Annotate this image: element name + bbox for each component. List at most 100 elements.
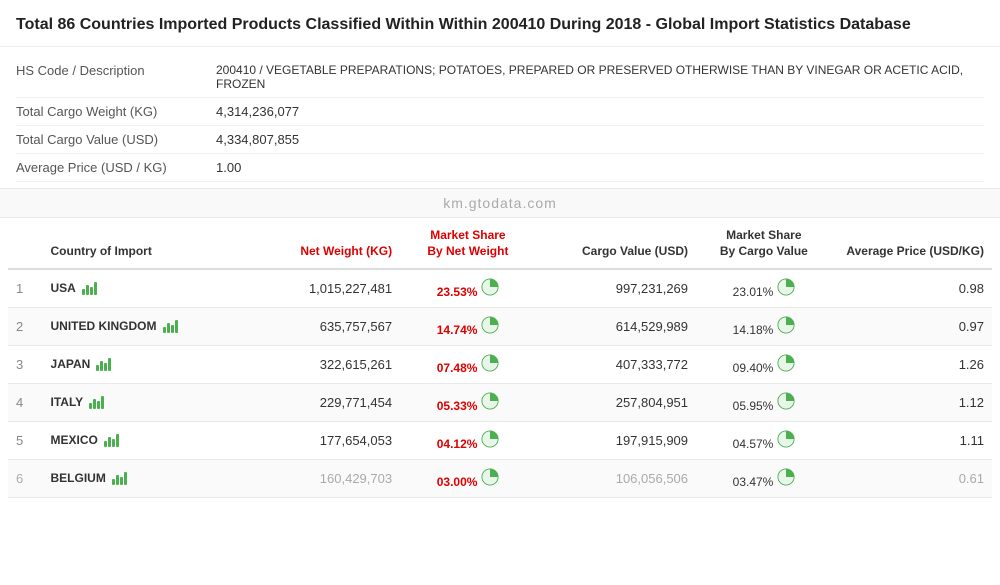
pct-value: 09.40% xyxy=(733,361,774,375)
country-cell: ITALY xyxy=(43,383,240,421)
table-row: 3 JAPAN 322,615,261 07.48% 407,333,772 xyxy=(8,345,992,383)
avg-price: 0.61 xyxy=(832,459,992,497)
col-net-weight: Net Weight (KG) xyxy=(240,218,400,268)
pct-value: 04.57% xyxy=(733,437,774,451)
cargo-value: 614,529,989 xyxy=(536,307,696,345)
row-num: 6 xyxy=(8,459,43,497)
net-weight: 635,757,567 xyxy=(240,307,400,345)
page-title: Total 86 Countries Imported Products Cla… xyxy=(16,14,984,36)
bar-chart-icon[interactable] xyxy=(96,358,111,371)
header: Total 86 Countries Imported Products Cla… xyxy=(0,0,1000,47)
hs-label: HS Code / Description xyxy=(16,63,216,78)
col-market-share-value: Market ShareBy Cargo Value xyxy=(696,218,832,268)
data-table-wrapper: Country of Import Net Weight (KG) Market… xyxy=(0,218,1000,497)
market-share-value: 03.47% xyxy=(696,459,832,497)
country-cell: USA xyxy=(43,269,240,308)
pct-value: 14.18% xyxy=(733,323,774,337)
country-name: UNITED KINGDOM xyxy=(51,319,157,333)
market-share-value: 23.01% xyxy=(696,269,832,308)
table-row: 1 USA 1,015,227,481 23.53% 997,231,269 xyxy=(8,269,992,308)
market-share-value: 14.18% xyxy=(696,307,832,345)
country-cell: BELGIUM xyxy=(43,459,240,497)
row-num: 1 xyxy=(8,269,43,308)
avg-price: 1.26 xyxy=(832,345,992,383)
country-cell: JAPAN xyxy=(43,345,240,383)
pct-value: 05.95% xyxy=(733,399,774,413)
market-share-value: 09.40% xyxy=(696,345,832,383)
country-name: BELGIUM xyxy=(51,471,106,485)
row-num: 5 xyxy=(8,421,43,459)
pct-weight: 05.33% xyxy=(437,399,478,413)
bar-chart-icon[interactable] xyxy=(112,472,127,485)
title-part2: - Global Import Statistics Database xyxy=(646,16,911,33)
info-row-weight: Total Cargo Weight (KG) 4,314,236,077 xyxy=(16,98,984,126)
country-name: MEXICO xyxy=(51,433,98,447)
pct-weight: 04.12% xyxy=(437,437,478,451)
market-share-weight: 03.00% xyxy=(400,459,536,497)
watermark-text: km.gtodata.com xyxy=(443,195,557,211)
net-weight: 160,429,703 xyxy=(240,459,400,497)
table-row: 5 MEXICO 177,654,053 04.12% 197,915,909 xyxy=(8,421,992,459)
cargo-value: 997,231,269 xyxy=(536,269,696,308)
pct-weight: 07.48% xyxy=(437,361,478,375)
avg-price: 0.97 xyxy=(832,307,992,345)
market-share-weight: 05.33% xyxy=(400,383,536,421)
col-num xyxy=(8,218,43,268)
net-weight: 322,615,261 xyxy=(240,345,400,383)
market-share-weight: 14.74% xyxy=(400,307,536,345)
cargo-value: 4,334,807,855 xyxy=(216,132,299,147)
table-row: 2 UNITED KINGDOM 635,757,567 14.74% 614,… xyxy=(8,307,992,345)
market-share-value: 05.95% xyxy=(696,383,832,421)
cargo-value: 106,056,506 xyxy=(536,459,696,497)
table-row: 6 BELGIUM 160,429,703 03.00% 106,056,506 xyxy=(8,459,992,497)
market-share-value: 04.57% xyxy=(696,421,832,459)
col-avg-price: Average Price (USD/KG) xyxy=(832,218,992,268)
net-weight: 1,015,227,481 xyxy=(240,269,400,308)
pct-weight: 14.74% xyxy=(437,323,478,337)
bar-chart-icon[interactable] xyxy=(82,282,97,295)
market-share-weight: 07.48% xyxy=(400,345,536,383)
country-name: USA xyxy=(51,281,76,295)
info-row-hs: HS Code / Description 200410 / VEGETABLE… xyxy=(16,57,984,98)
info-section: HS Code / Description 200410 / VEGETABLE… xyxy=(0,47,1000,188)
row-num: 4 xyxy=(8,383,43,421)
col-market-share-weight: Market ShareBy Net Weight xyxy=(400,218,536,268)
hs-value: 200410 / VEGETABLE PREPARATIONS; POTATOE… xyxy=(216,63,984,91)
net-weight: 177,654,053 xyxy=(240,421,400,459)
page-wrapper: Total 86 Countries Imported Products Cla… xyxy=(0,0,1000,498)
pct-weight: 23.53% xyxy=(437,285,478,299)
watermark: km.gtodata.com xyxy=(0,188,1000,218)
weight-value: 4,314,236,077 xyxy=(216,104,299,119)
cargo-value: 257,804,951 xyxy=(536,383,696,421)
info-row-avgprice: Average Price (USD / KG) 1.00 xyxy=(16,154,984,182)
pct-weight: 03.00% xyxy=(437,475,478,489)
avg-price: 0.98 xyxy=(832,269,992,308)
pct-value: 23.01% xyxy=(733,285,774,299)
col-cargo-value: Cargo Value (USD) xyxy=(536,218,696,268)
row-num: 3 xyxy=(8,345,43,383)
net-weight: 229,771,454 xyxy=(240,383,400,421)
market-share-weight: 04.12% xyxy=(400,421,536,459)
avg-price: 1.12 xyxy=(832,383,992,421)
country-name: ITALY xyxy=(51,395,84,409)
cargo-value: 407,333,772 xyxy=(536,345,696,383)
row-num: 2 xyxy=(8,307,43,345)
pct-value: 03.47% xyxy=(733,475,774,489)
title-part1: Total 86 Countries Imported Products Cla… xyxy=(16,16,641,33)
cargo-value: 197,915,909 xyxy=(536,421,696,459)
bar-chart-icon[interactable] xyxy=(104,434,119,447)
bar-chart-icon[interactable] xyxy=(163,320,178,333)
table-row: 4 ITALY 229,771,454 05.33% 257,804,951 xyxy=(8,383,992,421)
info-row-value: Total Cargo Value (USD) 4,334,807,855 xyxy=(16,126,984,154)
col-country: Country of Import xyxy=(43,218,240,268)
market-share-weight: 23.53% xyxy=(400,269,536,308)
country-cell: UNITED KINGDOM xyxy=(43,307,240,345)
avg-price: 1.11 xyxy=(832,421,992,459)
weight-label: Total Cargo Weight (KG) xyxy=(16,104,216,119)
country-cell: MEXICO xyxy=(43,421,240,459)
country-name: JAPAN xyxy=(51,357,91,371)
bar-chart-icon[interactable] xyxy=(89,396,104,409)
avgprice-value: 1.00 xyxy=(216,160,241,175)
avgprice-label: Average Price (USD / KG) xyxy=(16,160,216,175)
import-table: Country of Import Net Weight (KG) Market… xyxy=(8,218,992,497)
